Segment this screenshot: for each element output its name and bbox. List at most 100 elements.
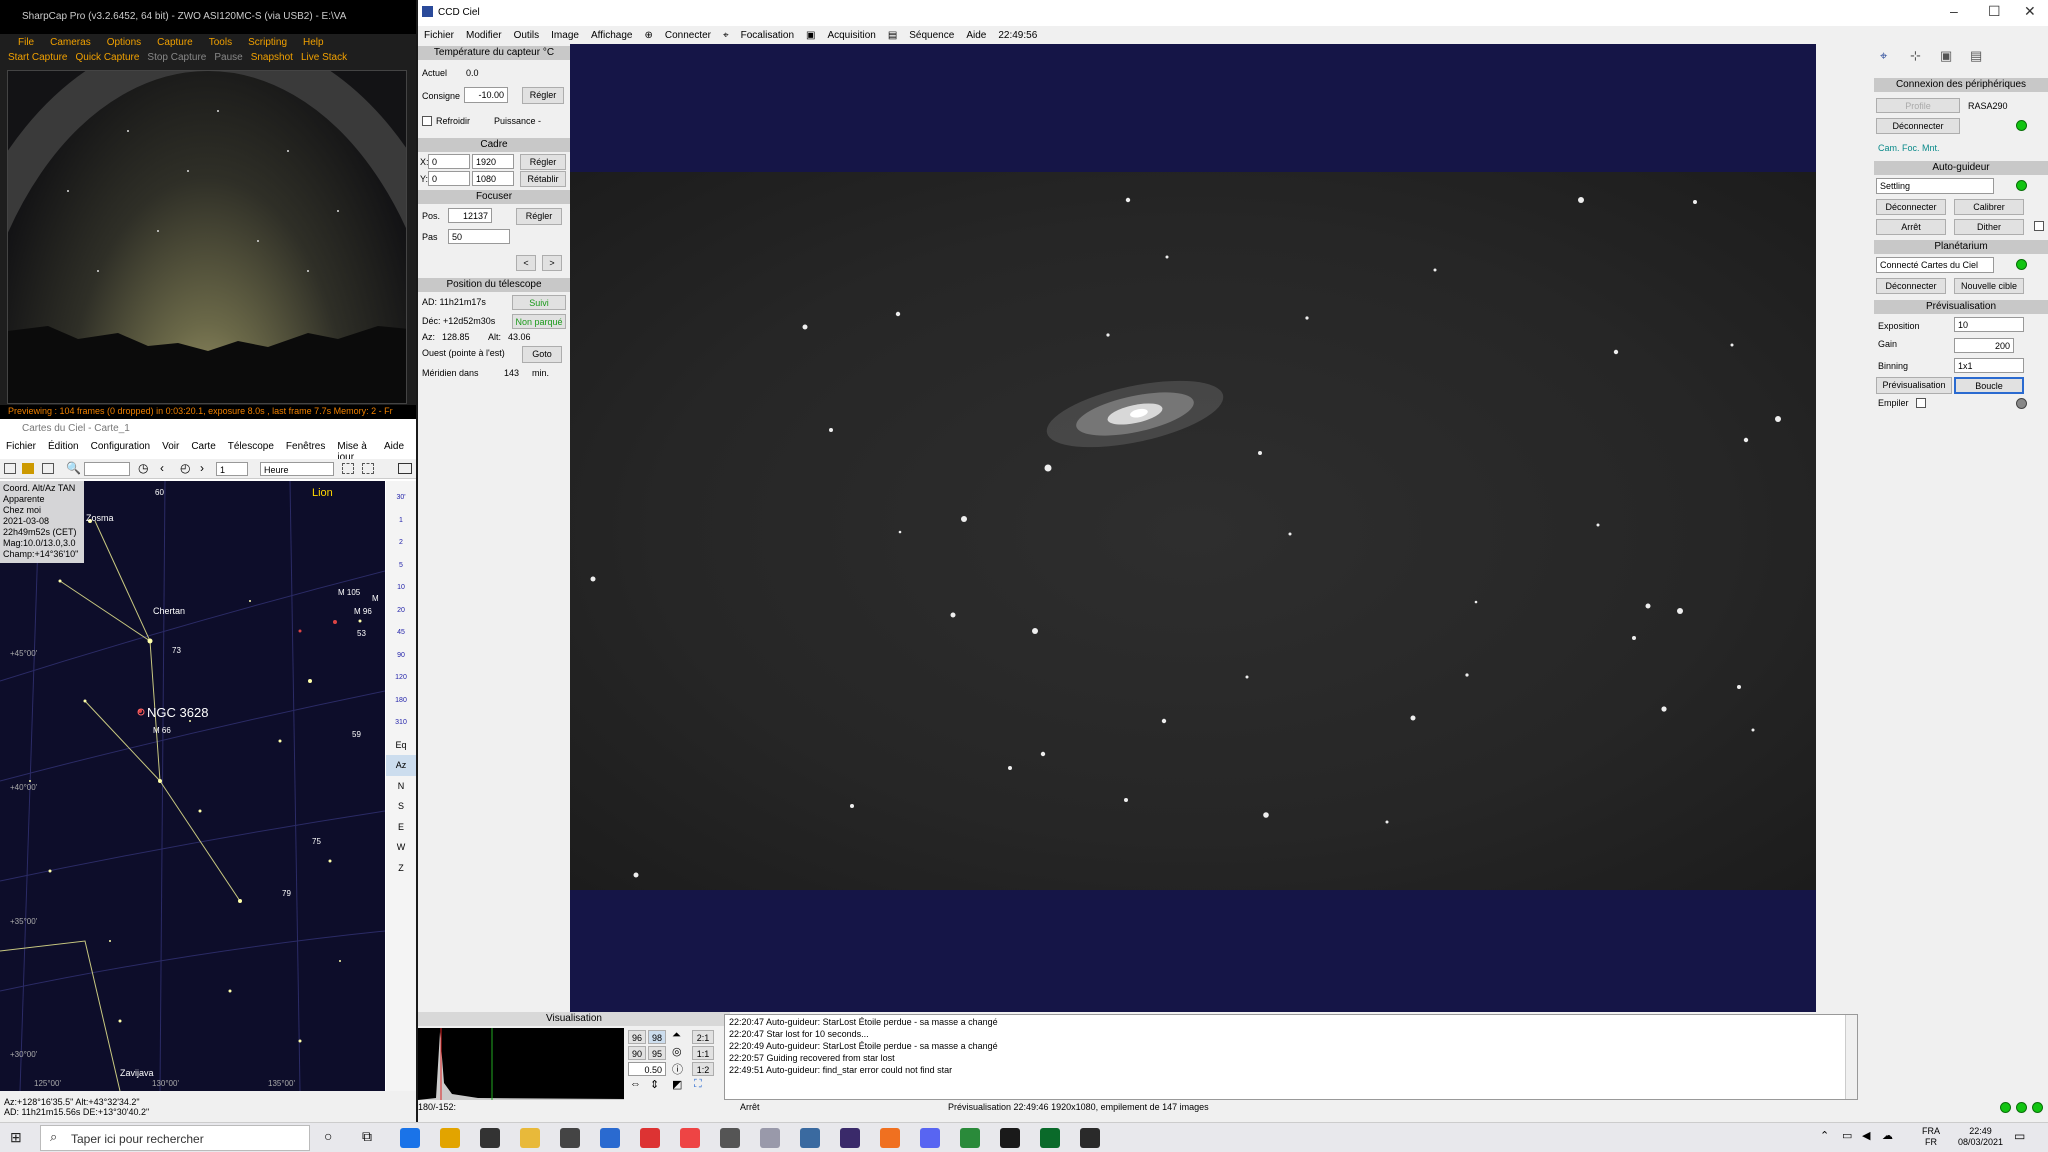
sc-menu-help[interactable]: Help <box>297 34 334 52</box>
guider-disconnect-button[interactable]: Déconnecter <box>1876 199 1946 215</box>
planetarium-disconnect-button[interactable]: Déconnecter <box>1876 278 1946 294</box>
ccd-menu-image[interactable]: Image <box>551 30 579 41</box>
live-stack-button[interactable]: Live Stack <box>301 52 347 68</box>
list-icon[interactable] <box>42 463 54 474</box>
sequence-tab-icon[interactable]: ▤ <box>1970 48 1982 64</box>
ccd-menu-acquisition[interactable]: Acquisition <box>827 30 875 41</box>
taskbar-search[interactable]: Taper ici pour rechercher <box>40 1125 310 1151</box>
app-icon-6[interactable] <box>1080 1128 1100 1148</box>
edge-icon[interactable] <box>400 1128 420 1148</box>
target-icon[interactable]: ◎ <box>672 1045 682 1058</box>
cdc-menu-carte[interactable]: Carte <box>191 441 215 457</box>
chrome-icon[interactable] <box>440 1128 460 1148</box>
exposure-select[interactable]: 10 <box>1954 317 2024 332</box>
zoom-2-1-button[interactable]: 2:1 <box>692 1030 714 1044</box>
step-forward-icon[interactable]: › <box>200 461 204 475</box>
app-icon-4[interactable] <box>960 1128 980 1148</box>
vis-value-3[interactable]: 90 <box>628 1046 646 1060</box>
sc-menu-options[interactable]: Options <box>101 34 151 52</box>
invert-icon[interactable]: ◩ <box>672 1078 682 1091</box>
zoom-1-1-button[interactable]: 1:1 <box>692 1046 714 1060</box>
profile-button[interactable]: Profile <box>1876 98 1960 113</box>
start-icon[interactable]: ⊞ <box>10 1129 22 1146</box>
clock-icon[interactable]: ◷ <box>138 461 148 475</box>
ccd-menu-affichage[interactable]: Affichage <box>591 30 633 41</box>
info-icon[interactable]: ⓘ <box>672 1061 683 1077</box>
screen-icon[interactable] <box>398 463 412 474</box>
zoom-icon[interactable]: 🔍 <box>66 461 81 475</box>
calibrer-button[interactable]: Calibrer <box>1954 199 2024 215</box>
eq-button[interactable]: Eq <box>386 735 416 756</box>
flip-h-icon[interactable]: ⇔ <box>630 1078 641 1090</box>
west-button[interactable]: W <box>386 837 416 858</box>
image-viewer[interactable] <box>570 44 1816 1012</box>
app-icon-3[interactable] <box>840 1128 860 1148</box>
terminal-icon[interactable] <box>480 1128 500 1148</box>
capture-tab-icon[interactable]: ▣ <box>1940 48 1952 64</box>
vis-value-2[interactable]: 98 <box>648 1030 666 1044</box>
onedrive-icon[interactable]: ☁ <box>1882 1129 1893 1142</box>
ccd-menu-focalisation[interactable]: Focalisation <box>741 30 794 41</box>
cdc-menu-configuration[interactable]: Configuration <box>91 441 150 457</box>
az-button[interactable]: Az <box>386 755 416 776</box>
focuser-out-button[interactable]: > <box>542 255 562 271</box>
stop-capture-button[interactable]: Stop Capture <box>147 52 206 68</box>
office-icon[interactable] <box>640 1128 660 1148</box>
zoom-1-2-button[interactable]: 1:2 <box>692 1062 714 1076</box>
focuser-pos-input[interactable]: 12137 <box>448 208 492 223</box>
ccd-menu-outils[interactable]: Outils <box>514 30 540 41</box>
notification-icon[interactable]: ▭ <box>2014 1129 2025 1143</box>
calculator-icon[interactable] <box>800 1128 820 1148</box>
explorer-icon[interactable] <box>520 1128 540 1148</box>
time-step-input[interactable]: 1 <box>216 462 248 476</box>
north-button[interactable]: N <box>386 776 416 797</box>
cortana-icon[interactable]: ○ <box>324 1128 332 1144</box>
focus-tab-icon[interactable]: ⊹ <box>1910 48 1921 64</box>
goto-button[interactable]: Goto <box>522 346 562 363</box>
field-scale[interactable]: 30' 1 2 5 10 20 45 90 120 180 310 <box>386 481 416 735</box>
close-icon[interactable]: ✕ <box>2024 3 2036 20</box>
histogram[interactable] <box>418 1028 624 1100</box>
sc-menu-file[interactable]: File <box>12 34 44 52</box>
now-icon[interactable]: ◴ <box>180 461 190 475</box>
store-icon[interactable] <box>560 1128 580 1148</box>
loop-button[interactable]: Boucle <box>1954 377 2024 394</box>
cdc-menu-maj[interactable]: Mise à jour <box>337 441 372 463</box>
stack-checkbox[interactable] <box>1916 398 1926 408</box>
focuser-in-button[interactable]: < <box>516 255 536 271</box>
consigne-input[interactable]: -10.00 <box>464 87 508 103</box>
ccd-menu-sequence[interactable]: Séquence <box>909 30 954 41</box>
south-button[interactable]: S <box>386 796 416 817</box>
focuser-regler-button[interactable]: Régler <box>516 208 562 225</box>
width-input[interactable]: 1920 <box>472 154 514 169</box>
volume-icon[interactable]: ◀ <box>1862 1129 1870 1142</box>
maximize-icon[interactable]: ☐ <box>1988 3 2001 20</box>
ccd-menu-aide[interactable]: Aide <box>966 30 986 41</box>
east-button[interactable]: E <box>386 817 416 838</box>
snapshot-button[interactable]: Snapshot <box>251 52 293 68</box>
toolbox-icon[interactable] <box>22 463 34 474</box>
gain-input[interactable]: 200 <box>1954 338 2014 353</box>
x-input[interactable]: 0 <box>428 154 470 169</box>
refroidir-checkbox[interactable] <box>422 116 432 126</box>
ccd-menu-modifier[interactable]: Modifier <box>466 30 502 41</box>
ccd-menu-connecter[interactable]: Connecter <box>665 30 711 41</box>
height-input[interactable]: 1080 <box>472 171 514 186</box>
mail-icon[interactable] <box>600 1128 620 1148</box>
guider-stop-button[interactable]: Arrêt <box>1876 219 1946 235</box>
task-view-icon[interactable]: ⧉ <box>362 1128 372 1145</box>
sc-menu-cameras[interactable]: Cameras <box>44 34 101 52</box>
gamma-input[interactable]: 0.50 <box>628 1062 666 1076</box>
sc-menu-scripting[interactable]: Scripting <box>242 34 297 52</box>
tray-chevron-icon[interactable]: ⌃ <box>1820 1129 1829 1142</box>
vis-value-1[interactable]: 96 <box>628 1030 646 1044</box>
cdc-search-combo[interactable] <box>84 462 130 476</box>
cdc-menu-fenetres[interactable]: Fenêtres <box>286 441 325 457</box>
cdc-menu-fichier[interactable]: Fichier <box>6 441 36 457</box>
y-input[interactable]: 0 <box>428 171 470 186</box>
retablir-button[interactable]: Rétablir <box>520 171 566 187</box>
flip-v-icon[interactable]: ⇕ <box>650 1078 659 1091</box>
minimize-icon[interactable]: – <box>1950 3 1958 19</box>
message-log[interactable]: 22:20:47 Auto-guideur: StarLost Étoile p… <box>724 1014 1858 1100</box>
calendar-icon[interactable] <box>4 463 16 474</box>
